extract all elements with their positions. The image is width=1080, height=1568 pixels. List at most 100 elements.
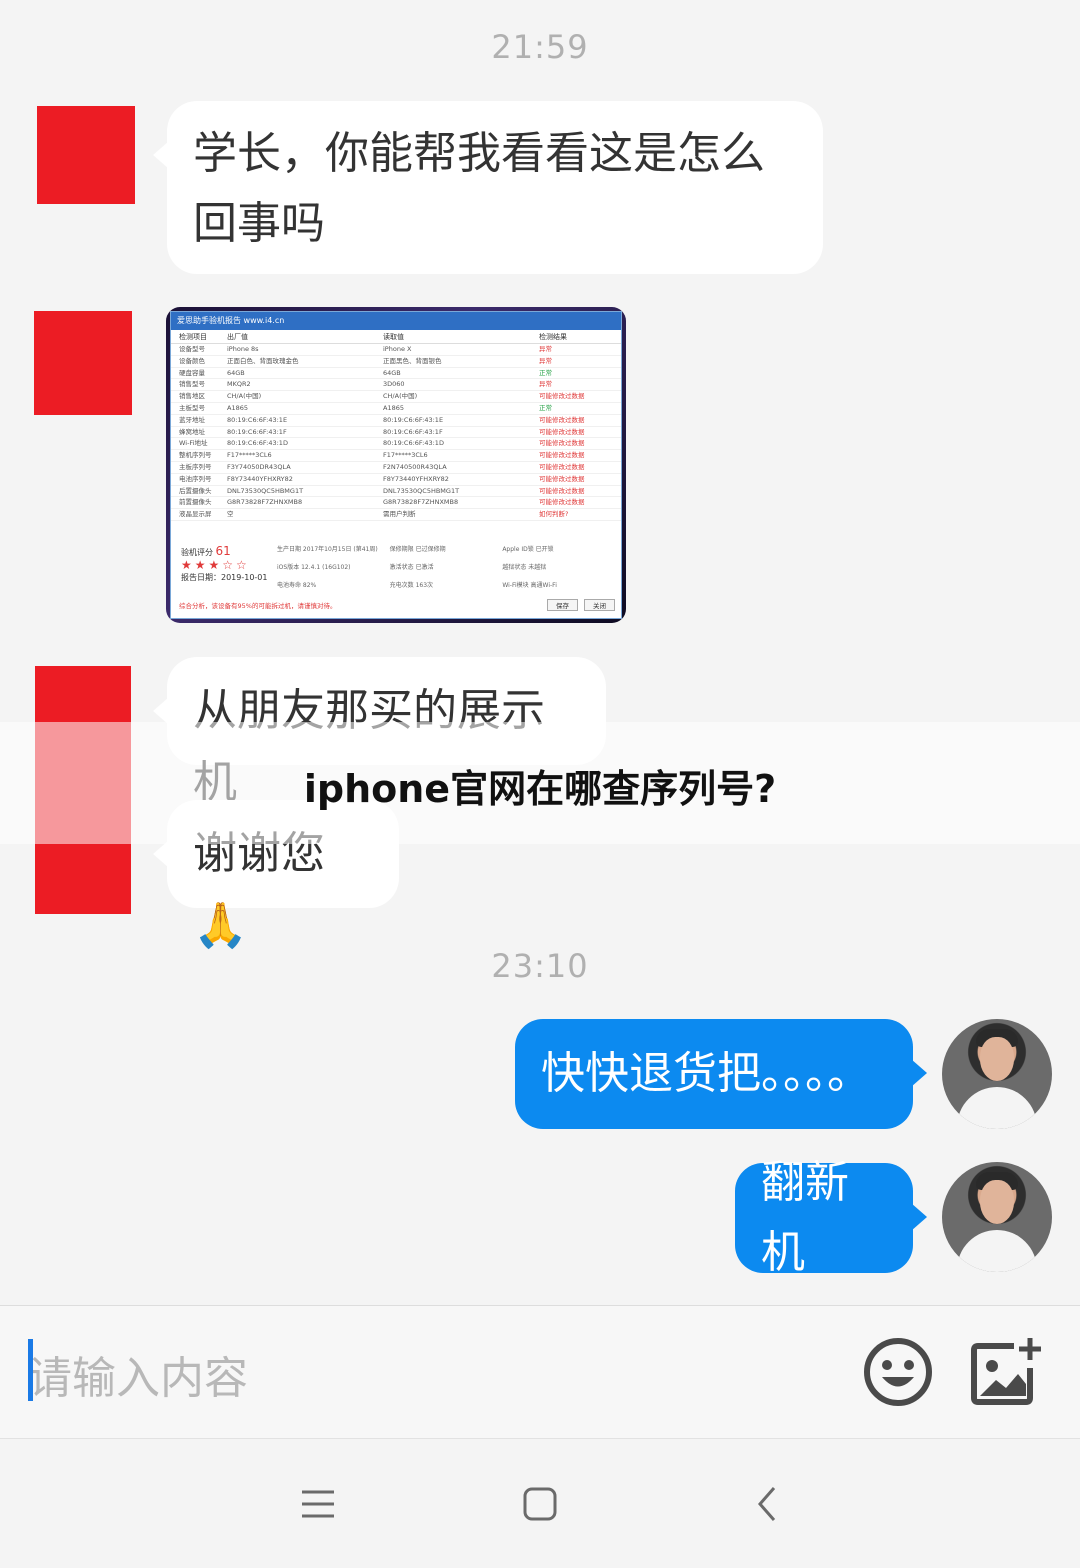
report-cell: 可能修改过数据 bbox=[539, 486, 585, 495]
report-cell: 主板型号 bbox=[179, 403, 205, 412]
report-cell: 可能修改过数据 bbox=[539, 474, 585, 483]
report-cell: 异常 bbox=[539, 345, 552, 353]
report-cell: 销售型号 bbox=[179, 380, 205, 389]
smiley-icon[interactable] bbox=[862, 1336, 934, 1408]
report-cell: iPhone X bbox=[383, 345, 412, 353]
report-cell: CH/A(中国) bbox=[227, 392, 262, 401]
score-value: 61 bbox=[215, 544, 231, 558]
report-cell: F2N740500R43QLA bbox=[383, 462, 447, 471]
report-header-row: 检测项目 出厂值 读取值 检测结果 bbox=[171, 330, 621, 344]
header-cell: 检测项目 bbox=[179, 333, 207, 341]
report-cell: G8R73828F7ZHNXMB8 bbox=[227, 498, 303, 507]
report-detail: 保修期限 已过保修期 bbox=[389, 546, 446, 553]
report-cell: 蜂窝地址 bbox=[179, 427, 205, 436]
report-details: 生产日期 2017年10月15日 (第41周) 保修期限 已过保修期 Apple I… bbox=[277, 544, 615, 594]
report-row: 设备颜色 正面白色、背面玫瑰金色 正面黑色、背面银色 异常 bbox=[171, 356, 621, 368]
home-icon[interactable] bbox=[520, 1484, 560, 1524]
report-close-button: 关闭 bbox=[584, 599, 615, 611]
report-cell: 整机序列号 bbox=[179, 451, 212, 460]
score-label: 验机评分 bbox=[181, 548, 213, 557]
report-row: 销售型号 MKQR2 3D060 异常 bbox=[171, 379, 621, 392]
avatar-shirt bbox=[957, 1087, 1037, 1129]
report-cell: F8Y73440YFHXRY82 bbox=[227, 474, 293, 483]
report-detail: 激活状态 已激活 bbox=[389, 564, 434, 571]
contact-avatar[interactable] bbox=[37, 106, 135, 204]
report-title: 爱思助手验机报告 www.i4.cn bbox=[171, 312, 621, 330]
message-text: 翻新机 bbox=[761, 1157, 849, 1278]
report-cell: iPhone 8s bbox=[227, 345, 259, 353]
report-footer: 综合分析，该设备有95%的可能拆过机，请谨慎对待。 保存 关闭 bbox=[179, 598, 615, 612]
report-row: 蜂窝地址 80:19:C6:6F:43:1F 80:19:C6:6F:43:1F 可能… bbox=[171, 427, 621, 439]
report-cell: 80:19:C6:6F:43:1F bbox=[227, 427, 287, 436]
text-cursor bbox=[28, 1339, 33, 1401]
user-avatar[interactable] bbox=[942, 1019, 1052, 1129]
score-stars: ★★★☆☆ bbox=[181, 558, 250, 572]
report-cell: 正常 bbox=[539, 368, 552, 377]
image-add-icon[interactable] bbox=[968, 1334, 1044, 1408]
report-cell: 异常 bbox=[539, 380, 552, 389]
report-row: 前置摄像头 G8R73828F7ZHNXMB8 G8R73828F7ZHNXMB8 可… bbox=[171, 497, 621, 510]
outgoing-message-bubble[interactable]: 快快退货把。。。。 bbox=[515, 1019, 927, 1129]
overlay-title: iphone官网在哪查序列号? bbox=[303, 767, 777, 811]
report-cell: G8R73828F7ZHNXMB8 bbox=[383, 498, 459, 507]
score-panel: 验机评分 61 ★★★☆☆ 报告日期：2019-10-01 bbox=[181, 544, 271, 594]
user-avatar[interactable] bbox=[942, 1162, 1052, 1272]
report-cell: DNL73530QC5HBMG1T bbox=[383, 486, 460, 495]
contact-avatar[interactable] bbox=[34, 311, 132, 415]
message-text: 学长，你能帮我看看这是怎么回事吗 bbox=[193, 128, 765, 249]
avatar-shirt bbox=[957, 1230, 1037, 1272]
report-cell: 销售地区 bbox=[179, 392, 205, 401]
report-cell: F8Y73440YFHXRY82 bbox=[383, 474, 449, 483]
message-input[interactable]: 请输入内容 bbox=[28, 1342, 248, 1406]
report-cell: 可能修改过数据 bbox=[539, 439, 585, 448]
report-detail: 生产日期 2017年10月15日 (第41周) bbox=[277, 546, 378, 553]
report-detail: Wi-Fi模块 高通Wi-Fi bbox=[502, 582, 557, 589]
timestamp: 23:10 bbox=[491, 947, 589, 985]
report-cell: 可能修改过数据 bbox=[539, 498, 585, 507]
report-row: 整机序列号 F17*****3CL6 F17*****3CL6 可能修改过数据 bbox=[171, 450, 621, 462]
message-image[interactable]: 爱思助手验机报告 www.i4.cn 检测项目 出厂值 读取值 检测结果 设备型… bbox=[166, 307, 626, 623]
report-cell: F17*****3CL6 bbox=[383, 451, 428, 460]
report-cell: 正面黑色、背面银色 bbox=[383, 356, 442, 365]
report-cell: 3D060 bbox=[383, 380, 405, 389]
report-cell: 80:19:C6:6F:43:1E bbox=[227, 415, 288, 424]
report-cell: F3Y74050DR43QLA bbox=[227, 462, 291, 471]
report-cell: 可能修改过数据 bbox=[539, 415, 585, 424]
message-text: 快快退货把。。。。 bbox=[541, 1048, 871, 1099]
report-cell: Wi-Fi地址 bbox=[179, 439, 208, 448]
outgoing-message-bubble[interactable]: 翻新机 bbox=[735, 1157, 927, 1278]
report-cell: MKQR2 bbox=[227, 380, 251, 389]
report-cell: 可能修改过数据 bbox=[539, 451, 585, 460]
praying-hands-emoji: 🙏 bbox=[193, 900, 248, 951]
report-cell: 正面白色、背面玫瑰金色 bbox=[227, 356, 299, 365]
report-cell: 64GB bbox=[383, 368, 401, 377]
timestamp: 21:59 bbox=[491, 28, 589, 66]
report-cell: 可能修改过数据 bbox=[539, 462, 585, 471]
report-cell: 设备型号 bbox=[179, 345, 205, 353]
report-cell: 80:19:C6:6F:43:1D bbox=[227, 439, 288, 448]
report-cell: 设备颜色 bbox=[179, 356, 205, 365]
report-cell: 电池序列号 bbox=[179, 474, 212, 483]
report-cell: 64GB bbox=[227, 368, 245, 377]
header-cell: 检测结果 bbox=[539, 333, 567, 341]
back-icon[interactable] bbox=[748, 1484, 788, 1524]
report-cell: 可能修改过数据 bbox=[539, 392, 585, 401]
report-cell: 可能修改过数据 bbox=[539, 427, 585, 436]
report-cell: CH/A(中国) bbox=[383, 392, 418, 401]
report-cell: 需用户判断 bbox=[383, 510, 416, 519]
report-rows: 设备型号 iPhone 8s iPhone X 异常 设备颜色 正面白色、背面玫瑰金色 正面… bbox=[171, 344, 621, 521]
report-detail: 电池寿命 82% bbox=[277, 582, 317, 589]
report-date: 报告日期：2019-10-01 bbox=[181, 573, 268, 582]
incoming-message-bubble[interactable]: 学长，你能帮我看看这是怎么回事吗 bbox=[153, 101, 823, 274]
header-cell: 出厂值 bbox=[227, 333, 248, 341]
report-row: 设备型号 iPhone 8s iPhone X 异常 bbox=[171, 344, 621, 356]
report-cell: 液晶显示屏 bbox=[179, 510, 212, 519]
avatar-face bbox=[980, 1037, 1014, 1081]
report-cell: A1865 bbox=[383, 403, 404, 412]
menu-icon[interactable] bbox=[298, 1484, 338, 1524]
report-row: 主板型号 A1865 A1865 正常 bbox=[171, 403, 621, 415]
report-cell: F17*****3CL6 bbox=[227, 451, 272, 460]
report-save-button: 保存 bbox=[547, 599, 578, 611]
report-row: 后置摄像头 DNL73530QC5HBMG1T DNL73530QC5HBMG1T 可… bbox=[171, 486, 621, 498]
report-cell: 硬盘容量 bbox=[179, 368, 205, 377]
